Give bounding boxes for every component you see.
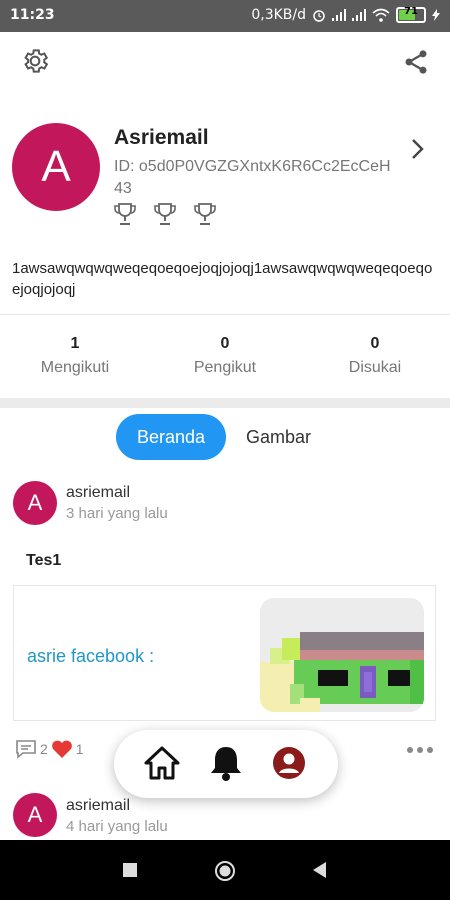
signal-icon [332, 9, 346, 21]
trophy-row [114, 202, 216, 226]
tab-gambar[interactable]: Gambar [246, 427, 311, 448]
avatar[interactable]: A [12, 123, 100, 211]
post-title: Tes1 [26, 552, 62, 569]
stat-following[interactable]: 1 Mengikuti [0, 330, 150, 390]
post-link-card[interactable]: asrie facebook : [13, 585, 436, 721]
post-actions: 2 1 [14, 738, 84, 760]
pixel-house-image [260, 598, 424, 712]
gear-icon [24, 49, 49, 73]
post-time: 3 hari yang lalu [66, 505, 168, 522]
system-nav-bar [0, 840, 450, 900]
recents-icon[interactable] [122, 862, 138, 878]
settings-button[interactable] [20, 46, 50, 81]
wifi-icon [372, 8, 390, 22]
profile-header[interactable]: A Asriemail ID: o5d0P0VGZGXntxK6R6Cc2EcC… [12, 120, 442, 225]
stat-value: 1 [70, 335, 80, 352]
username: Asriemail [114, 126, 209, 149]
stat-value: 0 [220, 335, 230, 352]
comment-count: 2 [40, 741, 48, 757]
like-count: 1 [75, 741, 84, 757]
home-nav-icon[interactable] [214, 860, 236, 882]
profile-bio: 1awsawqwqwqweqeqoeqoejoqjojoqj1awsawqwqw… [12, 260, 433, 298]
trophy-icon [154, 203, 176, 225]
divider [0, 314, 450, 315]
user-icon[interactable] [272, 746, 306, 780]
section-separator [0, 398, 450, 408]
battery-icon: 71 [396, 6, 426, 23]
card-thumbnail [260, 598, 424, 712]
stats-row: 1 Mengikuti 0 Pengikut 0 Disukai [0, 330, 450, 390]
charging-icon [432, 9, 440, 21]
bell-icon[interactable] [208, 744, 244, 782]
card-text: asrie facebook : [27, 646, 155, 666]
network-speed: 0,3KB/d [251, 7, 306, 23]
home-icon[interactable] [144, 746, 180, 780]
stat-value: 0 [370, 335, 380, 352]
alarm-icon [313, 10, 325, 22]
post-avatar[interactable]: A [13, 793, 57, 837]
share-button[interactable] [402, 48, 430, 81]
stat-likes[interactable]: 0 Disukai [300, 330, 450, 390]
content-tabs: Beranda Gambar [116, 414, 311, 460]
heart-icon[interactable] [50, 738, 74, 760]
post-avatar[interactable]: A [13, 481, 57, 525]
more-icon[interactable] [406, 746, 434, 754]
status-bar: 11:23 0,3KB/d 71 [0, 0, 450, 32]
stat-label: Disukai [348, 359, 402, 376]
floating-nav-bar [114, 730, 338, 798]
chevron-right-icon[interactable] [408, 136, 428, 162]
post-time: 4 hari yang lalu [66, 818, 168, 835]
tab-beranda[interactable]: Beranda [116, 414, 226, 460]
status-time: 11:23 [10, 7, 55, 23]
stat-label: Pengikut [193, 359, 257, 376]
post-author[interactable]: asriemail [66, 797, 130, 815]
signal-icon [352, 9, 366, 21]
post-author[interactable]: asriemail [66, 484, 130, 502]
stat-followers[interactable]: 0 Pengikut [150, 330, 300, 390]
back-icon[interactable] [310, 860, 328, 880]
share-icon [405, 50, 427, 74]
stat-label: Mengikuti [40, 359, 110, 376]
battery-level: 71 [404, 6, 418, 17]
trophy-icon [114, 203, 136, 225]
trophy-icon [194, 203, 216, 225]
comment-icon[interactable] [14, 738, 38, 760]
user-id: ID: o5d0P0VGZGXntxK6R6Cc2EcCeH43 [114, 158, 391, 197]
